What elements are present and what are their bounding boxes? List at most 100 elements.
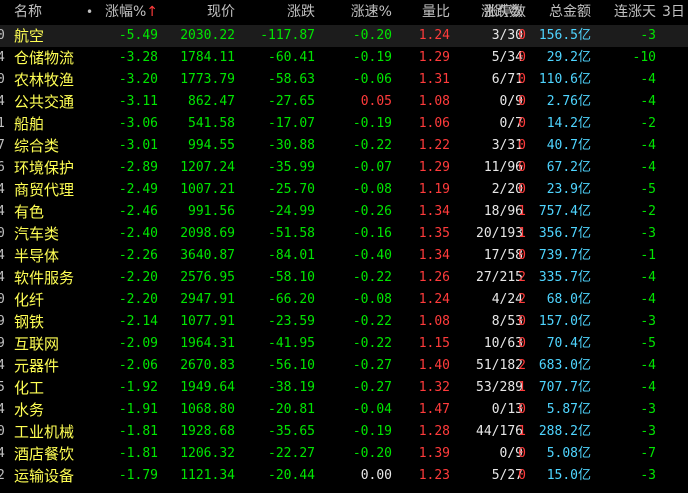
row-index: 9: [0, 336, 5, 351]
current-price: 2030.22: [180, 28, 235, 43]
table-row[interactable]: 4 仓储物流 -3.28 1784.11 -60.41 -0.19 1.29 5/34 0 29.…: [0, 47, 688, 69]
table-row[interactable]: 4 公共交通 -3.11 862.47 -27.65 0.05 1.08 0/9 0 2.76亿 -…: [0, 91, 688, 113]
table-row[interactable]: 0 汽车类 -2.40 2098.69 -51.58 -0.16 1.35 20/193 1 35…: [0, 223, 688, 245]
volume-ratio: 1.15: [418, 336, 450, 351]
table-row[interactable]: 4 半导体 -2.26 3640.87 -84.01 -0.40 1.34 17/58 0 739…: [0, 245, 688, 267]
table-row[interactable]: 5 化工 -1.92 1949.64 -38.19 -0.27 1.32 53/289 1 707…: [0, 377, 688, 399]
change-value: -30.88: [268, 138, 315, 153]
change-percent: -2.20: [118, 292, 158, 307]
table-row[interactable]: 4 有色 -2.46 991.56 -24.99 -0.26 1.34 18/96 1 757.4…: [0, 201, 688, 223]
header-pct[interactable]: 涨幅%↑: [78, 0, 158, 25]
change-percent: -1.92: [118, 380, 158, 395]
change-value: -51.58: [268, 226, 315, 241]
table-row[interactable]: 4 软件服务 -2.20 2576.95 -58.10 -0.22 1.26 27/215 2 3…: [0, 267, 688, 289]
table-row[interactable]: 4 元器件 -2.06 2670.83 -56.10 -0.27 1.40 51/182 2 68…: [0, 355, 688, 377]
volume-ratio: 1.28: [418, 424, 450, 439]
change-value: -56.10: [268, 358, 315, 373]
total-amount: 67.2亿: [546, 160, 591, 175]
volume-ratio: 1.32: [418, 380, 450, 395]
consecutive-days: -2: [640, 116, 656, 131]
consecutive-days: -3: [640, 468, 656, 483]
row-index: 4: [0, 270, 5, 285]
consecutive-days: -4: [640, 94, 656, 109]
change-speed: 0.00: [360, 468, 392, 483]
change-value: -60.41: [268, 50, 315, 65]
volume-ratio: 1.35: [418, 226, 450, 241]
current-price: 541.58: [188, 116, 235, 131]
row-index: 4: [0, 248, 5, 263]
header-3day[interactable]: 3日: [662, 0, 688, 25]
volume-ratio: 1.08: [418, 314, 450, 329]
table-row[interactable]: 4 商贸代理 -2.49 1007.21 -25.70 -0.08 1.19 2/20 0 23.…: [0, 179, 688, 201]
header-price[interactable]: 现价: [155, 0, 235, 25]
header-volume-ratio[interactable]: 量比: [390, 0, 450, 25]
current-price: 1121.34: [180, 468, 235, 483]
volume-ratio: 1.29: [418, 50, 450, 65]
row-index: 4: [0, 204, 5, 219]
change-value: -84.01: [268, 248, 315, 263]
total-amount: 335.7亿: [538, 270, 591, 285]
change-percent: -1.91: [118, 402, 158, 417]
consecutive-days: -10: [632, 50, 656, 65]
row-index: 0: [0, 424, 5, 439]
header-speed[interactable]: 涨速%: [312, 0, 392, 25]
change-percent: -3.20: [118, 72, 158, 87]
consecutive-days: -4: [640, 380, 656, 395]
table-row[interactable]: 0 农林牧渔 -3.20 1773.79 -58.63 -0.06 1.31 6/71 0 110…: [0, 69, 688, 91]
current-price: 1068.80: [180, 402, 235, 417]
change-percent: -2.26: [118, 248, 158, 263]
volume-ratio: 1.19: [418, 182, 450, 197]
volume-ratio: 1.08: [418, 94, 450, 109]
table-row[interactable]: 2 运输设备 -1.79 1121.34 -20.44 0.00 1.23 5/27 0 15.0…: [0, 465, 688, 487]
current-price: 1206.32: [180, 446, 235, 461]
change-speed: -0.22: [352, 138, 392, 153]
volume-ratio: 1.22: [418, 138, 450, 153]
current-price: 1077.91: [180, 314, 235, 329]
row-index: 4: [0, 50, 5, 65]
header-name[interactable]: 名称: [14, 0, 74, 25]
table-row[interactable]: 0 航空 -5.49 2030.22 -117.87 -0.20 1.24 3/30 0 156.…: [0, 25, 688, 47]
consecutive-days: -4: [640, 292, 656, 307]
consecutive-days: -7: [640, 446, 656, 461]
table-row[interactable]: 4 酒店餐饮 -1.81 1206.32 -22.27 -0.20 1.39 0/9 0 5.08…: [0, 443, 688, 465]
row-index: 6: [0, 160, 5, 175]
sector-ranking-table: 名称 • 涨幅%↑ 现价 涨跌 涨速% 量比 涨跌数 涨停数 总金额 连涨天 3…: [0, 0, 688, 487]
change-value: -22.27: [268, 446, 315, 461]
change-percent: -1.81: [118, 424, 158, 439]
current-price: 1207.24: [180, 160, 235, 175]
table-row[interactable]: 7 综合类 -3.01 994.55 -30.88 -0.22 1.22 3/31 0 40.7亿…: [0, 135, 688, 157]
change-value: -58.63: [268, 72, 315, 87]
change-speed: -0.19: [352, 50, 392, 65]
volume-ratio: 1.34: [418, 248, 450, 263]
consecutive-days: -2: [640, 204, 656, 219]
table-row[interactable]: 9 互联网 -2.09 1964.31 -41.95 -0.22 1.15 10/63 0 70.…: [0, 333, 688, 355]
row-index: 5: [0, 380, 5, 395]
table-row[interactable]: 0 化纤 -2.20 2947.91 -66.20 -0.08 1.24 4/24 2 68.0亿…: [0, 289, 688, 311]
header-change[interactable]: 涨跌: [235, 0, 315, 25]
current-price: 2670.83: [180, 358, 235, 373]
change-value: -20.44: [268, 468, 315, 483]
current-price: 1964.31: [180, 336, 235, 351]
header-consecutive-days[interactable]: 连涨天: [606, 0, 656, 25]
table-row[interactable]: 1 船舶 -3.06 541.58 -17.07 -0.19 1.06 0/7 0 14.2亿 -2: [0, 113, 688, 135]
table-row[interactable]: 4 水务 -1.91 1068.80 -20.81 -0.04 1.47 0/13 0 5.87亿…: [0, 399, 688, 421]
table-row[interactable]: 6 环境保护 -2.89 1207.24 -35.99 -0.07 1.29 11/96 0 67…: [0, 157, 688, 179]
total-amount: 156.5亿: [538, 28, 591, 43]
change-percent: -2.89: [118, 160, 158, 175]
row-index: 4: [0, 182, 5, 197]
header-amount[interactable]: 总金额: [511, 0, 591, 25]
table-row[interactable]: 9 钢铁 -2.14 1077.91 -23.59 -0.22 1.08 8/53 0 157.0…: [0, 311, 688, 333]
total-amount: 40.7亿: [546, 138, 591, 153]
volume-ratio: 1.29: [418, 160, 450, 175]
consecutive-days: -5: [640, 182, 656, 197]
total-amount: 14.2亿: [546, 116, 591, 131]
row-index: 2: [0, 468, 5, 483]
current-price: 3640.87: [180, 248, 235, 263]
change-speed: -0.20: [352, 28, 392, 43]
change-value: -27.65: [268, 94, 315, 109]
change-value: -41.95: [268, 336, 315, 351]
table-row[interactable]: 0 工业机械 -1.81 1928.68 -35.65 -0.19 1.28 44/176 1 2…: [0, 421, 688, 443]
change-speed: -0.22: [352, 270, 392, 285]
total-amount: 757.4亿: [538, 204, 591, 219]
change-value: -23.59: [268, 314, 315, 329]
